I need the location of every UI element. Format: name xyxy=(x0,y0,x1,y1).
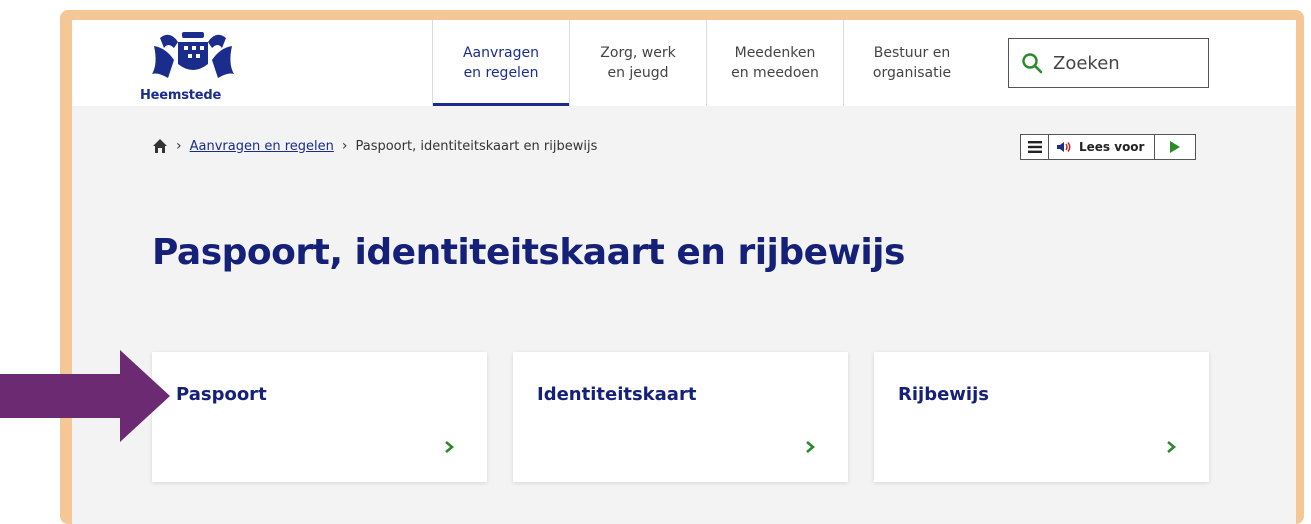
chevron-right-icon xyxy=(806,441,816,453)
page-title: Paspoort, identiteitskaart en rijbewijs xyxy=(152,232,905,273)
card-identiteitskaart[interactable]: Identiteitskaart xyxy=(513,352,848,482)
card-title: Identiteitskaart xyxy=(537,384,697,405)
breadcrumb: › Aanvragen en regelen › Paspoort, ident… xyxy=(152,138,597,154)
main-nav: Aanvragen en regelen Zorg, werk en jeugd… xyxy=(432,20,980,106)
nav-item-label: Meedenken en meedoen xyxy=(731,45,819,81)
logo-text: Heemstede xyxy=(140,88,222,103)
play-icon xyxy=(1170,141,1181,153)
menu-icon xyxy=(1027,141,1042,153)
nav-item-aanvragen[interactable]: Aanvragen en regelen xyxy=(432,20,569,106)
card-title: Rijbewijs xyxy=(898,384,989,405)
search-button[interactable]: Zoeken xyxy=(1008,38,1209,88)
card-grid: Paspoort Identiteitskaart Rijbewijs xyxy=(152,352,1235,482)
nav-item-meedenken[interactable]: Meedenken en meedoen xyxy=(706,20,843,106)
chevron-right-icon: › xyxy=(341,138,348,154)
nav-item-label: Aanvragen en regelen xyxy=(462,45,540,81)
chevron-right-icon xyxy=(1167,441,1177,453)
home-icon[interactable] xyxy=(152,138,168,154)
nav-item-zorg[interactable]: Zorg, werk en jeugd xyxy=(569,20,706,106)
chevron-right-icon: › xyxy=(176,138,182,154)
readspeaker-bar: Lees voor xyxy=(1020,134,1197,160)
read-aloud-button[interactable]: Lees voor xyxy=(1049,135,1156,159)
card-rijbewijs[interactable]: Rijbewijs xyxy=(874,352,1209,482)
breadcrumb-link[interactable]: Aanvragen en regelen xyxy=(190,139,334,154)
search-icon xyxy=(1022,53,1043,74)
play-button[interactable] xyxy=(1155,135,1195,159)
nav-item-bestuur[interactable]: Bestuur en organisatie xyxy=(843,20,980,106)
card-paspoort[interactable]: Paspoort xyxy=(152,352,487,482)
page-viewport: Heemstede Aanvragen en regelen Zorg, wer… xyxy=(72,20,1296,524)
coat-of-arms-icon xyxy=(152,32,234,78)
card-title: Paspoort xyxy=(176,384,267,405)
chevron-right-icon xyxy=(445,441,455,453)
nav-item-label: Bestuur en organisatie xyxy=(872,45,952,81)
nav-item-label: Zorg, werk en jeugd xyxy=(600,45,676,81)
breadcrumb-current: Paspoort, identiteitskaart en rijbewijs xyxy=(355,138,598,154)
menu-button[interactable] xyxy=(1021,135,1049,159)
logo[interactable]: Heemstede xyxy=(140,28,250,106)
search-label: Zoeken xyxy=(1053,52,1120,74)
speaker-icon xyxy=(1057,142,1071,152)
site-header: Heemstede Aanvragen en regelen Zorg, wer… xyxy=(72,20,1296,106)
read-aloud-label: Lees voor xyxy=(1079,140,1145,154)
arrow-right-icon xyxy=(0,350,170,442)
